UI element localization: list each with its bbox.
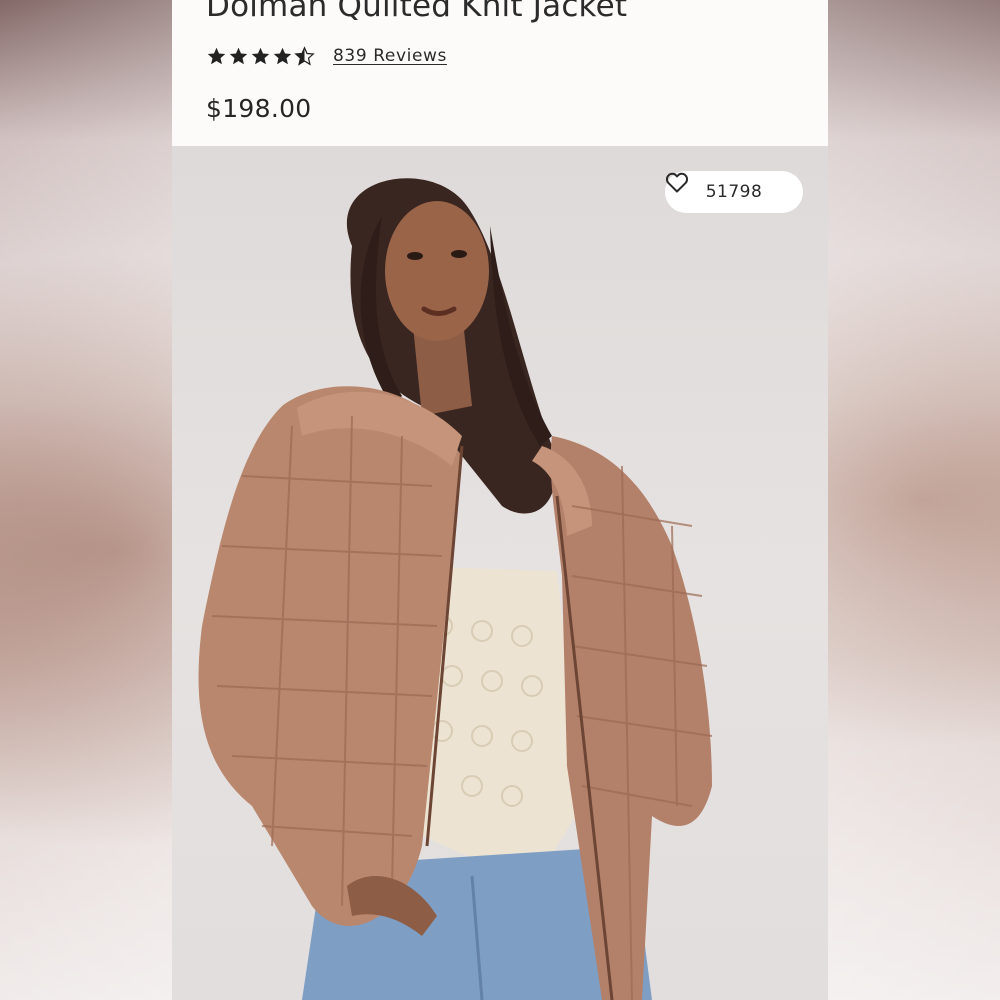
star-half-icon [294,45,315,66]
model-illustration [198,178,713,1000]
backdrop-right [828,0,1000,1000]
star-icon [273,47,292,64]
star-icon [251,47,270,64]
product-title: Dolman Quilted Knit Jacket [206,0,628,24]
heart-outline-icon [665,172,689,193]
product-panel: Dolman Quilted Knit Jacket 839 Reviews $… [172,0,828,1000]
product-image[interactable]: 51798 [172,146,828,1000]
star-icon [207,47,226,64]
reviews-link[interactable]: 839 Reviews [333,46,447,66]
star-icon [229,47,248,64]
favorites-count: 51798 [705,182,763,202]
backdrop-left [0,0,172,1000]
product-header: Dolman Quilted Knit Jacket 839 Reviews $… [172,0,828,146]
star-rating [206,45,315,67]
rating-row: 839 Reviews [206,42,447,70]
favorite-button[interactable]: 51798 [665,171,803,213]
product-price: $198.00 [206,94,312,123]
